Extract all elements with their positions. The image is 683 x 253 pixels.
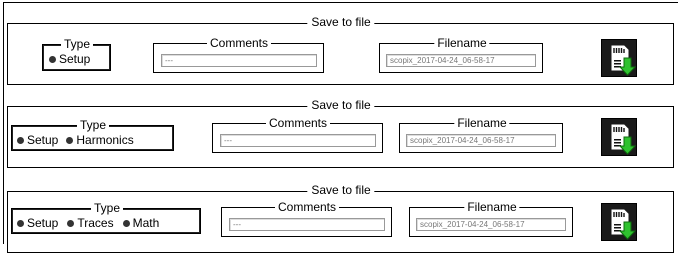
comments-group: Comments ---	[153, 36, 324, 73]
comments-title: Comments	[274, 200, 340, 214]
comments-group: Comments ---	[221, 200, 392, 237]
panel-title: Save to file	[307, 183, 375, 197]
radio-harmonics-icon[interactable]	[66, 136, 74, 144]
option-label: Setup	[27, 133, 59, 147]
filename-title: Filename	[454, 116, 510, 130]
save-panel-1: Save to file Type Setup Comments --- Fil…	[7, 15, 674, 85]
panel-title: Save to file	[307, 15, 375, 29]
option-setup[interactable]: Setup	[17, 133, 58, 147]
save-button[interactable]	[601, 118, 637, 156]
comments-input[interactable]: ---	[220, 134, 376, 147]
type-group-title: Type	[60, 37, 94, 51]
save-button[interactable]	[601, 203, 637, 241]
option-label: Math	[132, 216, 160, 230]
type-group-title: Type	[76, 118, 110, 132]
type-group-title: Type	[90, 201, 124, 215]
comments-group: Comments ---	[212, 116, 383, 153]
save-panel-2: Save to file Type Setup Harmonics Commen…	[7, 98, 674, 168]
comments-title: Comments	[206, 36, 272, 50]
radio-traces-icon[interactable]	[67, 219, 75, 227]
type-group: Type Setup	[42, 37, 111, 71]
option-label: Setup	[27, 216, 59, 230]
sd-card-save-icon	[611, 45, 637, 76]
option-label: Traces	[77, 216, 114, 230]
save-panel-3: Save to file Type Setup Traces Math Comm…	[7, 183, 674, 253]
filename-input[interactable]: scopix_2017-04-24_06-58-17	[406, 134, 556, 147]
filename-input[interactable]: scopix_2017-04-24_06-58-17	[386, 54, 536, 67]
radio-math-icon[interactable]	[122, 219, 130, 227]
sd-card-save-icon	[611, 124, 637, 155]
option-harmonics[interactable]: Harmonics	[66, 133, 134, 147]
comments-input[interactable]: ---	[161, 54, 317, 67]
type-group: Type Setup Traces Math	[11, 201, 201, 234]
filename-group: Filename scopix_2017-04-24_06-58-17	[409, 200, 573, 237]
option-label: Setup	[59, 52, 91, 66]
option-setup[interactable]: Setup	[17, 216, 58, 230]
option-math[interactable]: Math	[122, 216, 160, 230]
option-setup[interactable]: Setup	[49, 52, 90, 66]
filename-group: Filename scopix_2017-04-24_06-58-17	[399, 116, 563, 153]
radio-setup-icon[interactable]	[49, 55, 56, 63]
filename-input[interactable]: scopix_2017-04-24_06-58-17	[416, 218, 566, 231]
filename-title: Filename	[464, 200, 520, 214]
comments-title: Comments	[265, 116, 331, 130]
radio-setup-icon[interactable]	[17, 136, 24, 144]
filename-title: Filename	[434, 36, 490, 50]
panel-title: Save to file	[307, 98, 375, 112]
filename-group: Filename scopix_2017-04-24_06-58-17	[379, 36, 543, 73]
radio-setup-icon[interactable]	[17, 219, 24, 227]
option-label: Harmonics	[76, 133, 134, 147]
comments-input[interactable]: ---	[229, 218, 385, 231]
sd-card-save-icon	[611, 209, 637, 240]
type-group: Type Setup Harmonics	[11, 118, 174, 151]
save-button[interactable]	[601, 39, 637, 77]
option-traces[interactable]: Traces	[67, 216, 114, 230]
